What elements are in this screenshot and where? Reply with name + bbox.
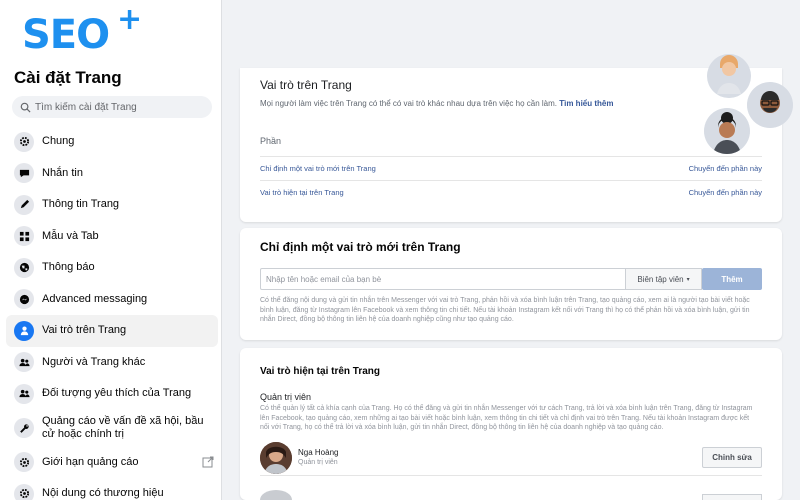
description-text: Mọi người làm việc trên Trang có thể có … bbox=[260, 99, 557, 108]
sidebar-item-label: Chung bbox=[42, 135, 75, 148]
avatar[interactable] bbox=[260, 490, 292, 500]
sidebar-item-preferred-audience[interactable]: Đối tượng yêu thích của Trang bbox=[6, 378, 218, 410]
sidebar-item-label: Nhắn tin bbox=[42, 166, 83, 179]
avatar[interactable] bbox=[260, 442, 292, 474]
gear-icon bbox=[14, 131, 34, 152]
sidebar: Cài đặt Trang Chung Nhắn tin Thông tin T… bbox=[0, 0, 222, 500]
sidebar-item-people-pages[interactable]: Người và Trang khác bbox=[6, 347, 218, 379]
current-roles-link[interactable]: Vai trò hiện tại trên Trang bbox=[260, 188, 344, 197]
friend-name-input[interactable] bbox=[260, 268, 626, 290]
sidebar-item-messaging[interactable]: Nhắn tin bbox=[6, 158, 218, 190]
current-roles-panel: Vai trò hiện tại trên Trang Quản trị viê… bbox=[240, 348, 782, 500]
assign-role-form: Biên tập viên ▾ Thêm bbox=[260, 268, 762, 290]
search-icon bbox=[20, 102, 31, 113]
add-button[interactable]: Thêm bbox=[702, 268, 762, 290]
current-roles-title: Vai trò hiện tại trên Trang bbox=[260, 366, 381, 377]
sidebar-title: Cài đặt Trang bbox=[14, 68, 122, 87]
gear-icon bbox=[14, 483, 34, 500]
role-dropdown-value: Biên tập viên bbox=[637, 274, 684, 284]
pencil-icon bbox=[14, 194, 34, 215]
role-help-text: Có thể đăng nội dung và gửi tin nhắn trê… bbox=[260, 297, 750, 323]
admin-label: Quản trị viên bbox=[260, 392, 312, 402]
sidebar-item-label: Advanced messaging bbox=[42, 292, 148, 305]
grid-icon bbox=[14, 226, 34, 247]
sidebar-item-branded-content[interactable]: Nội dung có thương hiệu bbox=[6, 478, 218, 500]
section-row: Vai trò hiện tại trên Trang Chuyển đến p… bbox=[260, 180, 762, 204]
assign-role-link[interactable]: Chỉ định một vai trò mới trên Trang bbox=[260, 164, 376, 173]
jump-to-section-link[interactable]: Chuyển đến phần này bbox=[689, 188, 762, 197]
chevron-down-icon: ▾ bbox=[686, 276, 690, 283]
learn-more-link[interactable]: Tìm hiểu thêm bbox=[559, 99, 613, 108]
sidebar-item-notifications[interactable]: Thông báo bbox=[6, 252, 218, 284]
sidebar-item-label: Giới hạn quảng cáo bbox=[42, 455, 139, 468]
people-icon bbox=[14, 352, 34, 373]
sections-label: Phần bbox=[260, 136, 282, 146]
illustration-avatars bbox=[672, 54, 793, 158]
wrench-icon bbox=[14, 418, 34, 438]
sidebar-item-label: Thông báo bbox=[42, 261, 95, 274]
avatar-illustration bbox=[704, 108, 750, 154]
sidebar-item-label: Đối tượng yêu thích của Trang bbox=[42, 387, 192, 400]
sidebar-item-page-roles[interactable]: Vai trò trên Trang bbox=[6, 315, 218, 347]
sidebar-nav: Chung Nhắn tin Thông tin Trang Mẫu và Ta… bbox=[6, 126, 218, 500]
role-dropdown[interactable]: Biên tập viên ▾ bbox=[626, 268, 702, 290]
sidebar-item-page-info[interactable]: Thông tin Trang bbox=[6, 189, 218, 221]
edit-button[interactable]: Chỉnh sửa bbox=[702, 447, 762, 468]
logo-plus: + bbox=[117, 2, 143, 37]
sidebar-item-political-ads[interactable]: Quảng cáo về vấn đề xã hội, bầu cử hoặc … bbox=[6, 410, 218, 447]
seo-logo: SEO + bbox=[22, 2, 152, 60]
page-roles-title: Vai trò trên Trang bbox=[260, 78, 352, 92]
page-roles-panel: Vai trò trên Trang Mọi người làm việc tr… bbox=[240, 54, 793, 222]
jump-to-section-link[interactable]: Chuyển đến phần này bbox=[689, 164, 762, 173]
chat-icon bbox=[14, 163, 34, 184]
sidebar-item-label: Quảng cáo về vấn đề xã hội, bầu cử hoặc … bbox=[42, 415, 204, 440]
admin-description: Có thể quản lý tất cả khía cạnh của Tran… bbox=[260, 405, 753, 431]
search-box[interactable] bbox=[12, 96, 212, 118]
sidebar-item-templates[interactable]: Mẫu và Tab bbox=[6, 221, 218, 253]
page-roles-description: Mọi người làm việc trên Trang có thể có … bbox=[260, 99, 613, 108]
user-icon bbox=[14, 320, 34, 341]
person-name[interactable]: Nga Hoàng bbox=[298, 448, 338, 457]
sidebar-item-label: Vai trò trên Trang bbox=[42, 324, 127, 337]
sidebar-item-general[interactable]: Chung bbox=[6, 126, 218, 158]
sidebar-item-label: Nội dung có thương hiệu bbox=[42, 487, 164, 500]
logo-text: SEO bbox=[22, 12, 110, 58]
people-icon bbox=[14, 383, 34, 404]
section-row: Chỉ định một vai trò mới trên Trang Chuy… bbox=[260, 156, 762, 180]
messenger-icon bbox=[14, 289, 34, 310]
globe-icon bbox=[14, 257, 34, 278]
sidebar-item-label: Người và Trang khác bbox=[42, 355, 146, 368]
assign-role-title: Chỉ định một vai trò mới trên Trang bbox=[260, 240, 461, 254]
edit-button[interactable] bbox=[702, 494, 762, 500]
gear-icon bbox=[14, 452, 34, 473]
sidebar-item-ad-limits[interactable]: Giới hạn quảng cáo bbox=[6, 447, 218, 479]
avatar-illustration bbox=[707, 54, 751, 98]
external-link-icon[interactable] bbox=[202, 456, 214, 468]
avatar-illustration bbox=[747, 82, 793, 128]
sidebar-item-label: Thông tin Trang bbox=[42, 198, 120, 211]
person-role: Quản trị viên bbox=[298, 459, 338, 466]
list-item: Nga Hoàng Quản trị viên Chỉnh sửa bbox=[260, 442, 762, 476]
sidebar-item-advanced-messaging[interactable]: Advanced messaging bbox=[6, 284, 218, 316]
search-input[interactable] bbox=[35, 101, 205, 113]
sidebar-item-label: Mẫu và Tab bbox=[42, 229, 99, 242]
assign-role-panel: Chỉ định một vai trò mới trên Trang Biên… bbox=[240, 228, 782, 340]
